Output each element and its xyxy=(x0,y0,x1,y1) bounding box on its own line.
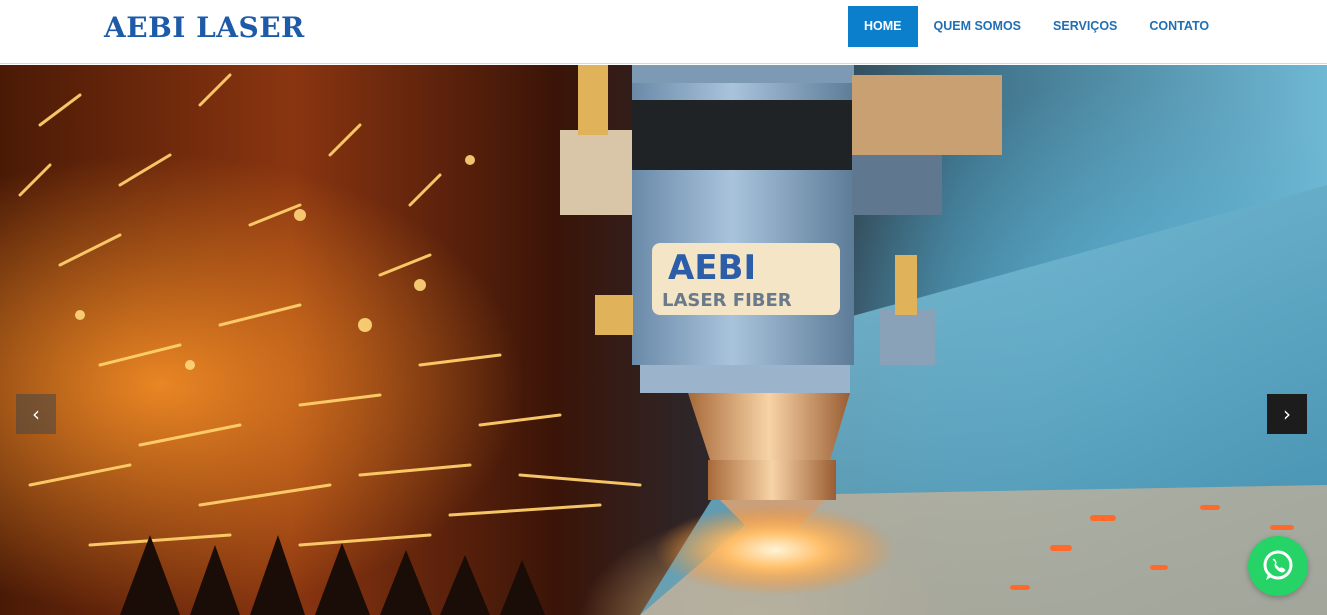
hero-image: AEBI LASER FIBER xyxy=(18,65,1327,615)
nav-contato[interactable]: CONTATO xyxy=(1133,6,1225,47)
main-nav: HOME QUEM SOMOS SERVIÇOS CONTATO xyxy=(848,6,1225,47)
chevron-left-icon: ‹ xyxy=(32,402,40,426)
head-label-brand: AEBI xyxy=(668,248,756,288)
site-header: AEBI LASER HOME QUEM SOMOS SERVIÇOS CONT… xyxy=(0,0,1327,64)
nav-home[interactable]: HOME xyxy=(848,6,918,47)
nav-quem-somos[interactable]: QUEM SOMOS xyxy=(918,6,1038,47)
site-logo[interactable]: AEBI LASER xyxy=(104,11,305,45)
whatsapp-icon xyxy=(1263,550,1293,580)
next-slide-button[interactable]: › xyxy=(1267,394,1307,434)
prev-slide-button[interactable]: ‹ xyxy=(16,394,56,434)
hero-slider: AEBI LASER FIBER ‹ › xyxy=(0,65,1327,615)
chevron-right-icon: › xyxy=(1283,402,1291,426)
nav-servicos[interactable]: SERVIÇOS xyxy=(1037,6,1133,47)
whatsapp-button[interactable] xyxy=(1248,536,1308,596)
head-label-product: LASER FIBER xyxy=(662,290,792,311)
